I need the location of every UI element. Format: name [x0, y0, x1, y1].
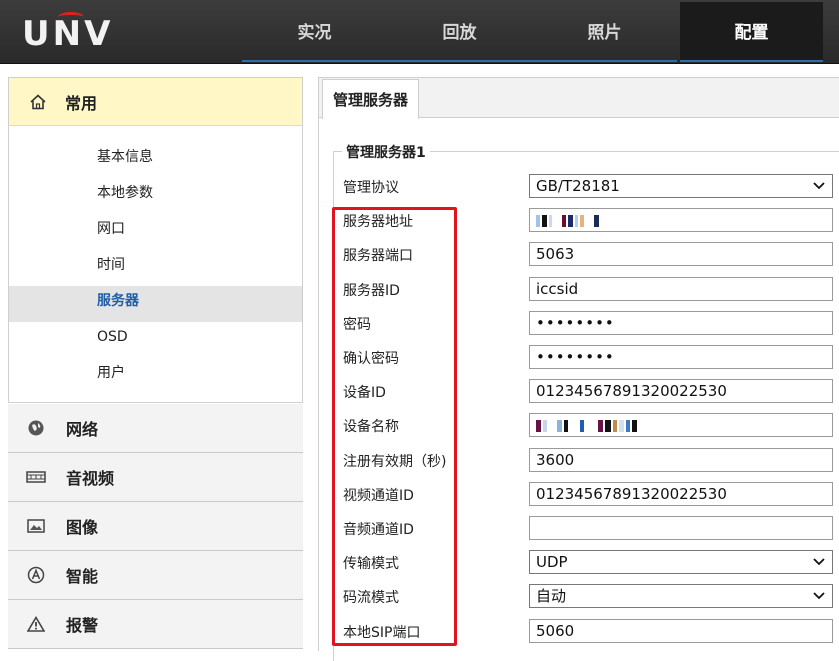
warning-icon [26, 615, 46, 633]
transport-mode-value: UDP [536, 553, 568, 571]
video-channel-id-input[interactable]: 01234567891320022530 [529, 482, 833, 506]
sidebar-item-osd[interactable]: OSD [9, 322, 302, 358]
sidebar-section-smart[interactable]: 智能 [8, 551, 303, 600]
local-sip-port-input[interactable]: 5060 [529, 619, 833, 643]
sidebar-item-basic-info[interactable]: 基本信息 [9, 142, 302, 178]
unv-logo: UNV [22, 12, 113, 54]
stream-mode-select[interactable]: 自动 [529, 584, 833, 608]
highlight-annotation-box [332, 207, 457, 646]
protocol-value: GB/T28181 [536, 177, 620, 195]
register-period-input[interactable]: 3600 [529, 448, 833, 472]
common-group-header[interactable]: 常用 [9, 78, 302, 126]
tab-config[interactable]: 配置 [680, 2, 823, 62]
sidebar-section-image-label: 图像 [66, 518, 99, 537]
chevron-down-icon [813, 182, 825, 190]
protocol-row: 管理协议 GB/T28181 [337, 174, 837, 200]
top-navigation-bar: UNV 实况 回放 照片 配置 [0, 0, 839, 64]
film-icon [26, 468, 46, 486]
redacted-pixels [536, 420, 637, 432]
sidebar-section-audio-video-label: 音视频 [66, 469, 115, 488]
sidebar-section-network-label: 网络 [66, 420, 99, 439]
server-group-title: 管理服务器1 [342, 142, 430, 162]
device-id-input[interactable]: 01234567891320022530 [529, 379, 833, 403]
home-icon [30, 93, 46, 109]
chevron-down-icon [813, 592, 825, 600]
password-input[interactable]: •••••••• [529, 311, 833, 335]
sidebar-section-alarm-label: 报警 [66, 616, 99, 635]
sidebar-section-alarm[interactable]: 报警 [8, 600, 303, 649]
tab-playback[interactable]: 回放 [387, 2, 532, 62]
sidebar-section-image[interactable]: 图像 [8, 502, 303, 551]
redacted-pixels [536, 215, 599, 227]
sidebar-section-audio-video[interactable]: 音视频 [8, 453, 303, 502]
smart-icon [26, 566, 46, 584]
tab-photo[interactable]: 照片 [532, 2, 677, 62]
server-port-input[interactable]: 5063 [529, 242, 833, 266]
sidebar-item-time[interactable]: 时间 [9, 250, 302, 286]
device-name-input[interactable] [529, 413, 833, 437]
chevron-down-icon [813, 558, 825, 566]
logo-arc [58, 12, 84, 22]
main-nav: 实况 回放 照片 配置 [242, 2, 823, 64]
tab-management-server[interactable]: 管理服务器 [322, 79, 420, 119]
sidebar-section-network[interactable]: 网络 [8, 404, 303, 453]
sidebar-section-smart-label: 智能 [66, 567, 99, 586]
image-icon [26, 517, 46, 535]
protocol-select[interactable]: GB/T28181 [529, 174, 833, 198]
audio-channel-id-input[interactable] [529, 516, 833, 540]
stream-mode-value: 自动 [536, 587, 567, 605]
tab-live[interactable]: 实况 [242, 2, 387, 62]
common-group: 常用 基本信息 本地参数 网口 时间 服务器 OSD 用户 [8, 77, 303, 403]
sidebar-item-local-params[interactable]: 本地参数 [9, 178, 302, 214]
globe-icon [26, 419, 46, 437]
sidebar-item-network-port[interactable]: 网口 [9, 214, 302, 250]
sidebar: 常用 基本信息 本地参数 网口 时间 服务器 OSD 用户 网络 音视频 图像 [8, 77, 303, 651]
common-group-title: 常用 [65, 93, 98, 113]
content-tab-strip: 管理服务器 [319, 78, 839, 119]
server-address-input[interactable] [529, 208, 833, 232]
confirm-password-input[interactable]: •••••••• [529, 345, 833, 369]
server-id-input[interactable]: iccsid [529, 277, 833, 301]
sidebar-item-user[interactable]: 用户 [9, 358, 302, 394]
common-sub-list: 基本信息 本地参数 网口 时间 服务器 OSD 用户 [9, 126, 302, 402]
sidebar-item-server[interactable]: 服务器 [9, 286, 302, 322]
protocol-label: 管理协议 [343, 180, 399, 196]
transport-mode-select[interactable]: UDP [529, 550, 833, 574]
